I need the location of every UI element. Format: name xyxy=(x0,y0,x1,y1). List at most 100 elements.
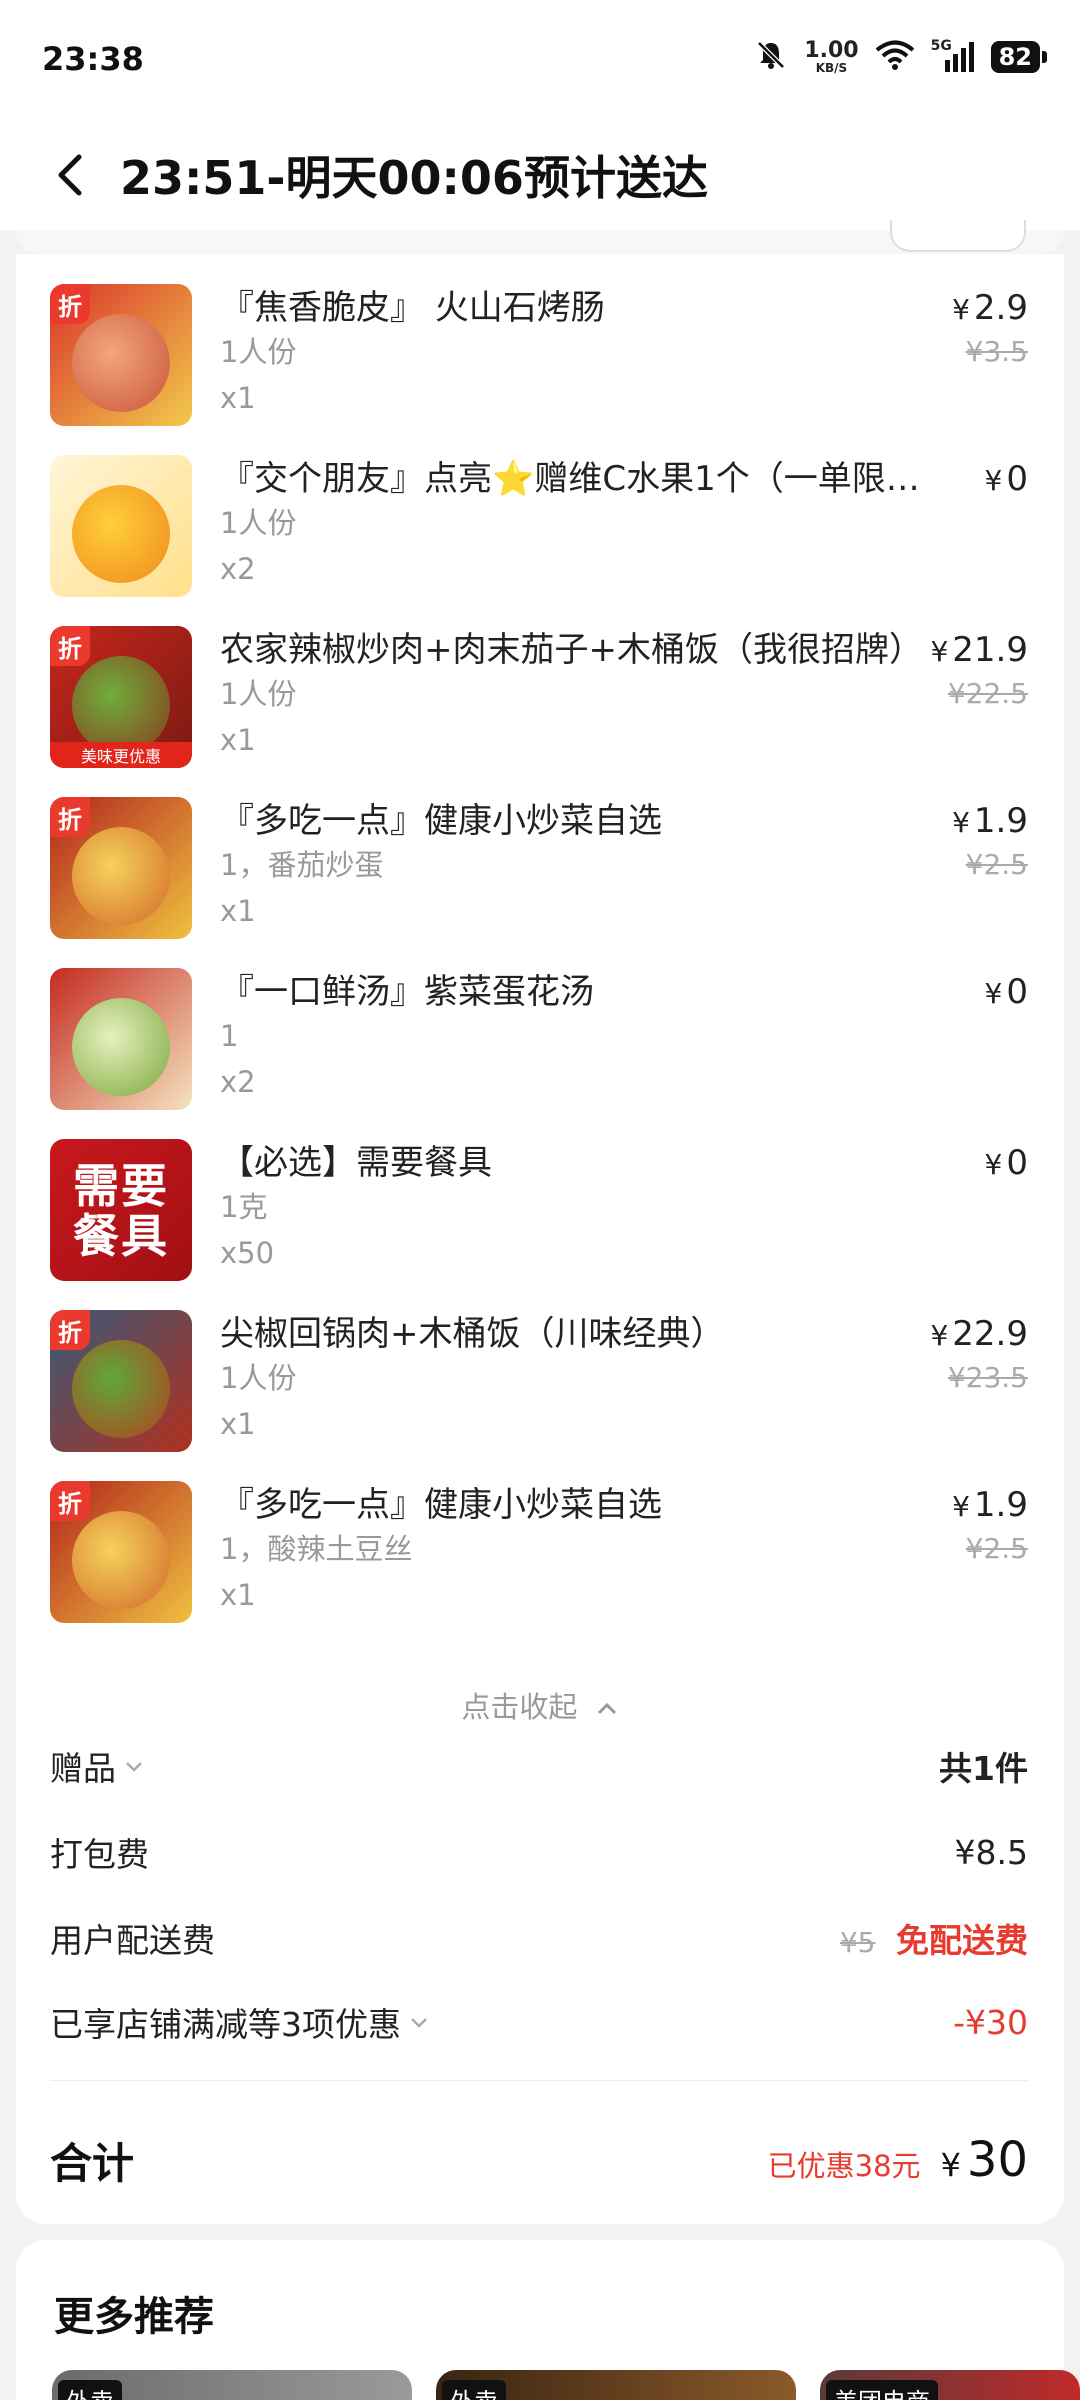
order-item[interactable]: 折 『多吃一点』健康小炒菜自选 1，酸辣土豆丝 x1 ¥1.9 ¥2.5 xyxy=(16,1481,1064,1652)
food-image xyxy=(72,656,170,754)
item-name: 【必选】需要餐具 xyxy=(220,1143,492,1183)
order-item[interactable]: 折『多吃一点』健康小炒菜自选 1，番茄炒蛋 x1 ¥1.9 ¥2.5 xyxy=(16,797,1064,968)
status-icons: 1.00 KB/S 5G 82 xyxy=(754,38,1048,76)
price-value: 1.9 xyxy=(973,801,1028,841)
order-item[interactable]: 需要餐具 【必选】需要餐具 1克 x50 ¥0 xyxy=(16,1139,1064,1310)
price-value: 0 xyxy=(1006,459,1028,499)
recommendation-card[interactable]: 美团电商 xyxy=(820,2370,1080,2400)
discount-tag: 折 xyxy=(50,1481,90,1521)
item-thumbnail: 折 xyxy=(50,1310,192,1452)
order-detail-card: 折『焦香脆皮』 火山石烤肠 1人份 x1 ¥2.9 ¥3.5 『交个朋友』点亮⭐赠维C水果… xyxy=(16,254,1064,2224)
item-spec: 1人份 xyxy=(220,506,297,540)
item-quantity: x50 xyxy=(220,1236,275,1270)
order-item[interactable]: 折美味更优惠 农家辣椒炒肉+肉末茄子+木桶饭（我很招牌） 1人份 x1 ¥21.9 ¥22… xyxy=(16,626,1064,797)
free-delivery-label: 免配送费 xyxy=(896,1921,1028,1960)
gift-row[interactable]: 赠品 共1件 xyxy=(50,1736,1028,1796)
price-value: 2.9 xyxy=(973,288,1028,328)
recommendation-card[interactable]: 外卖 xyxy=(52,2370,412,2400)
status-time: 23:38 xyxy=(42,40,144,78)
food-image xyxy=(72,1511,170,1609)
back-button[interactable] xyxy=(50,154,90,196)
total-label: 合计 xyxy=(50,2138,135,2188)
item-price: ¥22.9 xyxy=(930,1310,1028,1360)
price-value: 1.9 xyxy=(973,1485,1028,1525)
divider xyxy=(50,2080,1028,2081)
order-item[interactable]: 折『焦香脆皮』 火山石烤肠 1人份 x1 ¥2.9 ¥3.5 xyxy=(16,284,1064,455)
item-name: 『一口鲜汤』紫菜蛋花汤 xyxy=(220,972,594,1012)
item-original-price: ¥2.5 xyxy=(965,1532,1028,1565)
item-spec: 1，番茄炒蛋 xyxy=(220,848,384,882)
collapse-button[interactable]: 点击收起 xyxy=(16,1684,1064,1726)
item-thumbnail xyxy=(50,968,192,1110)
discount-tag: 折 xyxy=(50,284,90,324)
discount-row[interactable]: 已享店铺满减等3项优惠 -¥30 xyxy=(50,1992,1028,2052)
discount-tag: 折 xyxy=(50,626,90,666)
item-original-price: ¥3.5 xyxy=(965,335,1028,368)
discount-tag: 折 xyxy=(50,797,90,837)
total-amount: ¥30 xyxy=(940,2132,1028,2188)
recommendation-card[interactable]: 外卖 xyxy=(436,2370,796,2400)
item-quantity: x1 xyxy=(220,1407,256,1441)
item-name: 『焦香脆皮』 火山石烤肠 xyxy=(220,288,605,328)
item-quantity: x1 xyxy=(220,894,256,928)
order-item[interactable]: 『交个朋友』点亮⭐赠维C水果1个（一单限一个） 1人份 x2 ¥0 xyxy=(16,455,1064,626)
order-item[interactable]: 『一口鲜汤』紫菜蛋花汤 1 x2 ¥0 xyxy=(16,968,1064,1139)
currency-symbol: ¥ xyxy=(952,806,970,839)
battery-indicator: 82 xyxy=(990,41,1048,73)
back-arrow-icon xyxy=(58,154,82,196)
item-quantity: x1 xyxy=(220,381,256,415)
item-price: ¥1.9 xyxy=(952,1481,1028,1531)
wifi-icon xyxy=(875,39,915,75)
item-quantity: x1 xyxy=(220,1578,256,1612)
item-quantity: x1 xyxy=(220,723,256,757)
item-spec: 1 xyxy=(220,1019,239,1053)
price-value: 0 xyxy=(1006,972,1028,1012)
order-item[interactable]: 折尖椒回锅肉+木桶饭（川味经典） 1人份 x1 ¥22.9 ¥23.5 xyxy=(16,1310,1064,1481)
delivery-fee-row: 用户配送费 ¥5 免配送费 xyxy=(50,1921,1028,1960)
currency-symbol: ¥ xyxy=(930,635,949,668)
chevron-down-icon xyxy=(411,2018,427,2028)
net-speed: 1.00 KB/S xyxy=(804,38,859,75)
chevron-up-icon xyxy=(597,1702,616,1715)
item-name: 『交个朋友』点亮⭐赠维C水果1个（一单限一个） xyxy=(220,459,940,499)
food-image xyxy=(72,998,170,1096)
item-spec: 1，酸辣土豆丝 xyxy=(220,1532,413,1566)
discount-tag: 折 xyxy=(50,1310,90,1350)
food-image xyxy=(72,485,170,583)
item-spec: 1人份 xyxy=(220,677,297,711)
previous-card-edge xyxy=(16,220,1064,254)
food-image xyxy=(72,314,170,412)
item-original-price: ¥2.5 xyxy=(965,848,1028,881)
item-original-price: ¥22.5 xyxy=(947,677,1028,710)
item-quantity: x2 xyxy=(220,1065,256,1099)
packing-fee-value: ¥8.5 xyxy=(954,1832,1028,1872)
item-spec: 1克 xyxy=(220,1190,268,1224)
price-value: 22.9 xyxy=(952,1314,1028,1354)
food-image xyxy=(72,827,170,925)
currency-symbol: ¥ xyxy=(930,1319,949,1352)
item-name: 『多吃一点』健康小炒菜自选 xyxy=(220,1485,662,1525)
total-row: 合计 已优惠38元 ¥30 xyxy=(50,2120,1028,2200)
saved-amount: 已优惠38元 xyxy=(767,2149,921,2183)
item-thumbnail: 需要餐具 xyxy=(50,1139,192,1281)
packing-fee-row: 打包费 ¥8.5 xyxy=(50,1832,1028,1875)
item-original-price: ¥23.5 xyxy=(947,1361,1028,1394)
currency-symbol: ¥ xyxy=(984,977,1003,1010)
price-value: 0 xyxy=(1006,1143,1028,1183)
currency-symbol: ¥ xyxy=(984,464,1003,497)
thumbnail-text: 需要餐具 xyxy=(73,1159,169,1263)
item-price: ¥1.9 xyxy=(952,797,1028,847)
discount-value: -¥30 xyxy=(953,2002,1028,2042)
mute-bell-icon xyxy=(754,38,788,76)
currency-symbol: ¥ xyxy=(984,1148,1003,1181)
cellular-signal-icon: 5G xyxy=(931,38,975,74)
item-thumbnail: 折美味更优惠 xyxy=(50,626,192,768)
item-thumbnail: 折 xyxy=(50,1481,192,1623)
item-price: ¥0 xyxy=(985,1139,1028,1189)
item-price: ¥2.9 xyxy=(952,284,1028,334)
item-name: 『多吃一点』健康小炒菜自选 xyxy=(220,801,662,841)
more-recommendations: 更多推荐 外卖 外卖 美团电商 xyxy=(16,2240,1080,2400)
food-image xyxy=(72,1340,170,1438)
item-price: ¥0 xyxy=(985,968,1028,1018)
page-title: 23:51-明天00:06预计送达 xyxy=(120,151,708,205)
